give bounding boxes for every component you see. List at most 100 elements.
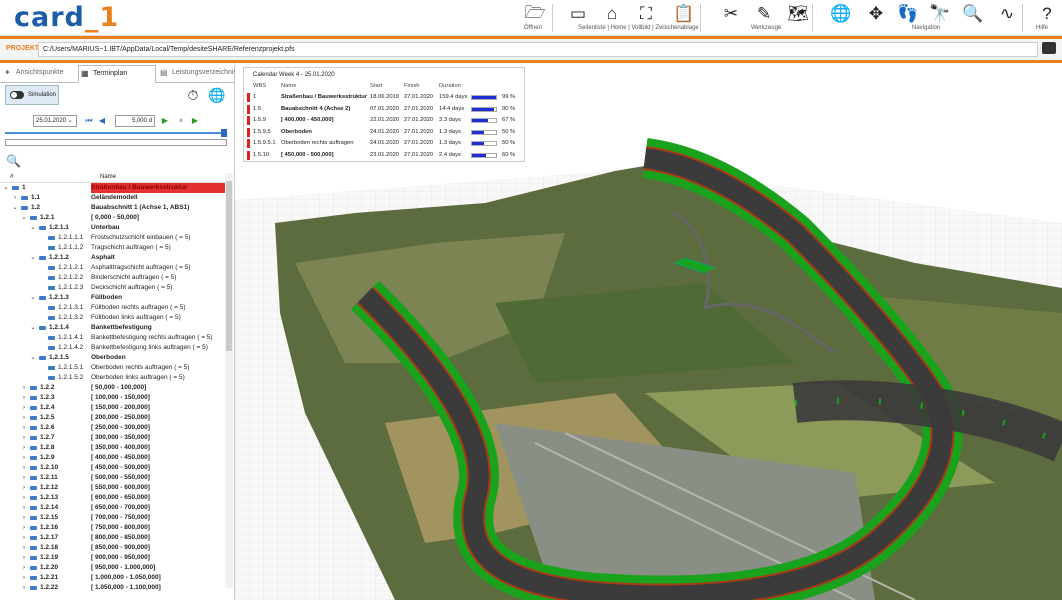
- expand-toggle-icon[interactable]: ›: [20, 533, 28, 543]
- step-back-button[interactable]: ◀: [97, 115, 107, 127]
- tree-row[interactable]: 1.2.1.4.1 Bankettbefestigung rechts auftr…: [0, 333, 225, 343]
- tree-row[interactable]: 1.2.1.3.1 Füllboden rechts auftragen ( = …: [0, 303, 225, 313]
- search-icon[interactable]: 🔍: [6, 154, 21, 168]
- open-button[interactable]: 🗁: [520, 2, 550, 26]
- expand-toggle-icon[interactable]: ⌄: [29, 293, 37, 303]
- expand-toggle-icon[interactable]: ›: [20, 403, 28, 413]
- expand-toggle-icon[interactable]: ›: [20, 413, 28, 423]
- tree-row[interactable]: › 1.1 Geländemodell: [0, 193, 225, 203]
- tree-row[interactable]: › 1.2.9 [ 400,000 - 450,000]: [0, 453, 225, 463]
- tree-row[interactable]: › 1.2.11 [ 500,000 - 550,000]: [0, 473, 225, 483]
- expand-toggle-icon[interactable]: ⌄: [29, 353, 37, 363]
- tree-row[interactable]: › 1.2.21 [ 1.000,000 - 1.050,000]: [0, 573, 225, 583]
- expand-toggle-icon[interactable]: ›: [11, 193, 19, 203]
- expand-toggle-icon[interactable]: ›: [20, 583, 28, 593]
- expand-toggle-icon[interactable]: ›: [20, 463, 28, 473]
- tree-row[interactable]: 1.2.1.2.3 Deckschicht auftragen ( = 5): [0, 283, 225, 293]
- tree-scrollbar[interactable]: [225, 173, 233, 588]
- pause-button[interactable]: ⏸: [176, 115, 186, 127]
- tree-row[interactable]: 1.2.1.1.1 Frostschutzschicht einbauen ( =…: [0, 233, 225, 243]
- timeline-slider-thumb[interactable]: [221, 129, 227, 137]
- step-forward-button[interactable]: ▶: [160, 115, 170, 127]
- tree-row[interactable]: › 1.2.20 [ 950,000 - 1.000,000]: [0, 563, 225, 573]
- tree-row[interactable]: 1.2.1.1.2 Tragschicht auftragen ( = 5): [0, 243, 225, 253]
- expand-toggle-icon[interactable]: ›: [20, 443, 28, 453]
- tree-row[interactable]: › 1.2.17 [ 800,000 - 850,000]: [0, 533, 225, 543]
- tree-row[interactable]: › 1.2.8 [ 350,000 - 400,000]: [0, 443, 225, 453]
- tree-row[interactable]: › 1.2.5 [ 200,000 - 250,000]: [0, 413, 225, 423]
- tree-row[interactable]: ⌄ 1.2.1.4 Bankettbefestigung: [0, 323, 225, 333]
- pen-button[interactable]: ✎: [749, 2, 779, 26]
- tree-row[interactable]: 1.2.1.3.2 Füllboden links auftragen ( = 5…: [0, 313, 225, 323]
- globe-button[interactable]: 🌐: [826, 2, 856, 26]
- expand-toggle-icon[interactable]: ›: [20, 433, 28, 443]
- tree-row[interactable]: › 1.2.22 [ 1.050,000 - 1.100,000]: [0, 583, 225, 593]
- expand-toggle-icon[interactable]: ›: [20, 563, 28, 573]
- tree-row[interactable]: › 1.2.14 [ 650,000 - 700,000]: [0, 503, 225, 513]
- expand-toggle-icon[interactable]: ›: [20, 553, 28, 563]
- project-menu-button[interactable]: [1042, 42, 1056, 54]
- expand-toggle-icon[interactable]: ⌄: [29, 323, 37, 333]
- tree-row[interactable]: ⌄ 1.2.1.5 Oberboden: [0, 353, 225, 363]
- expand-toggle-icon[interactable]: ⌄: [2, 183, 10, 193]
- tree-row[interactable]: › 1.2.12 [ 550,000 - 600,000]: [0, 483, 225, 493]
- tab-bill-of-quantities[interactable]: ▤ Leistungsverzeichnis: [158, 65, 237, 83]
- tree-row[interactable]: › 1.2.7 [ 300,000 - 350,000]: [0, 433, 225, 443]
- tree-row[interactable]: › 1.2.13 [ 600,000 - 650,000]: [0, 493, 225, 503]
- map-button[interactable]: 🗺: [783, 2, 813, 26]
- expand-toggle-icon[interactable]: ⌄: [11, 203, 19, 213]
- tree-row[interactable]: 1.2.1.4.2 Bankettbefestigung links auftra…: [0, 343, 225, 353]
- schedule-settings-icon[interactable]: ⏱: [184, 87, 202, 105]
- tree-row[interactable]: ⌄ 1.2.1.3 Füllboden: [0, 293, 225, 303]
- tree-row[interactable]: 1.2.1.5.1 Oberboden rechts auftragen ( = …: [0, 363, 225, 373]
- tab-schedule[interactable]: ▦ Terminplan: [78, 65, 156, 83]
- walk-button[interactable]: 👣: [893, 2, 923, 26]
- tree-row[interactable]: › 1.2.18 [ 850,000 - 900,000]: [0, 543, 225, 553]
- expand-toggle-icon[interactable]: ›: [20, 453, 28, 463]
- expand-toggle-icon[interactable]: ›: [20, 503, 28, 513]
- clipboard-button[interactable]: 📋: [669, 2, 699, 26]
- tree-row[interactable]: ⌄ 1.2.1 [ 0,000 - 50,000]: [0, 213, 225, 223]
- expand-toggle-icon[interactable]: ›: [20, 383, 28, 393]
- expand-toggle-icon[interactable]: ›: [20, 423, 28, 433]
- tree-row[interactable]: › 1.2.2 [ 50,000 - 100,000]: [0, 383, 225, 393]
- expand-toggle-icon[interactable]: ›: [20, 393, 28, 403]
- expand-toggle-icon[interactable]: ⌄: [29, 223, 37, 233]
- binoculars-button[interactable]: 🔭: [925, 2, 955, 26]
- expand-toggle-icon[interactable]: ›: [20, 573, 28, 583]
- help-button[interactable]: ?: [1032, 2, 1062, 26]
- project-path-field[interactable]: C:/Users/MARIUS~1.IBT/AppData/Local/Temp…: [38, 42, 1038, 57]
- expand-toggle-icon[interactable]: ›: [20, 513, 28, 523]
- expand-toggle-icon[interactable]: ⌄: [29, 253, 37, 263]
- expand-toggle-icon[interactable]: ›: [20, 523, 28, 533]
- step-duration-field[interactable]: 5,000 d: [115, 115, 155, 127]
- tree-row[interactable]: › 1.2.10 [ 450,000 - 500,000]: [0, 463, 225, 473]
- zoom-button[interactable]: 🔍: [958, 2, 988, 26]
- move-button[interactable]: ✥: [861, 2, 891, 26]
- tree-row[interactable]: › 1.2.3 [ 100,000 - 150,000]: [0, 393, 225, 403]
- tree-row[interactable]: › 1.2.16 [ 750,000 - 800,000]: [0, 523, 225, 533]
- tree-row[interactable]: ⌄ 1.2 Bauabschnitt 1 (Achse 1, ABS1): [0, 203, 225, 213]
- tree-row[interactable]: › 1.2.19 [ 900,000 - 950,000]: [0, 553, 225, 563]
- tree-row[interactable]: 1.2.1.2.1 Asphalttragschicht auftragen ( …: [0, 263, 225, 273]
- terrain-button[interactable]: ∿: [992, 2, 1022, 26]
- play-button[interactable]: ▶: [190, 115, 200, 127]
- page-layout-button[interactable]: ▭: [563, 2, 593, 26]
- tree-row[interactable]: ⌄ 1 Straßenbau / Bauwerksstruktur: [0, 183, 226, 193]
- expand-toggle-icon[interactable]: ›: [20, 473, 28, 483]
- fullscreen-button[interactable]: ⛶: [631, 2, 661, 26]
- expand-toggle-icon[interactable]: ›: [20, 483, 28, 493]
- tree-row[interactable]: 1.2.1.2.2 Binderschicht auftragen ( = 5): [0, 273, 225, 283]
- expand-toggle-icon[interactable]: ›: [20, 493, 28, 503]
- globe-schedule-icon[interactable]: 🌐: [208, 87, 226, 105]
- cut-button[interactable]: ✂: [716, 2, 746, 26]
- first-step-button[interactable]: ⏮: [84, 115, 94, 127]
- tab-viewpoints[interactable]: ✦ Ansichtspunkte: [2, 65, 74, 83]
- simulation-toggle[interactable]: Simulation: [5, 85, 59, 105]
- tree-row[interactable]: ⌄ 1.2.1.2 Asphalt: [0, 253, 225, 263]
- tree-row[interactable]: 1.2.1.5.2 Oberboden links auftragen ( = 5…: [0, 373, 225, 383]
- tree-row[interactable]: › 1.2.6 [ 250,000 - 300,000]: [0, 423, 225, 433]
- expand-toggle-icon[interactable]: ›: [20, 543, 28, 553]
- tree-row[interactable]: › 1.2.15 [ 700,000 - 750,000]: [0, 513, 225, 523]
- tree-row[interactable]: › 1.2.4 [ 150,000 - 200,000]: [0, 403, 225, 413]
